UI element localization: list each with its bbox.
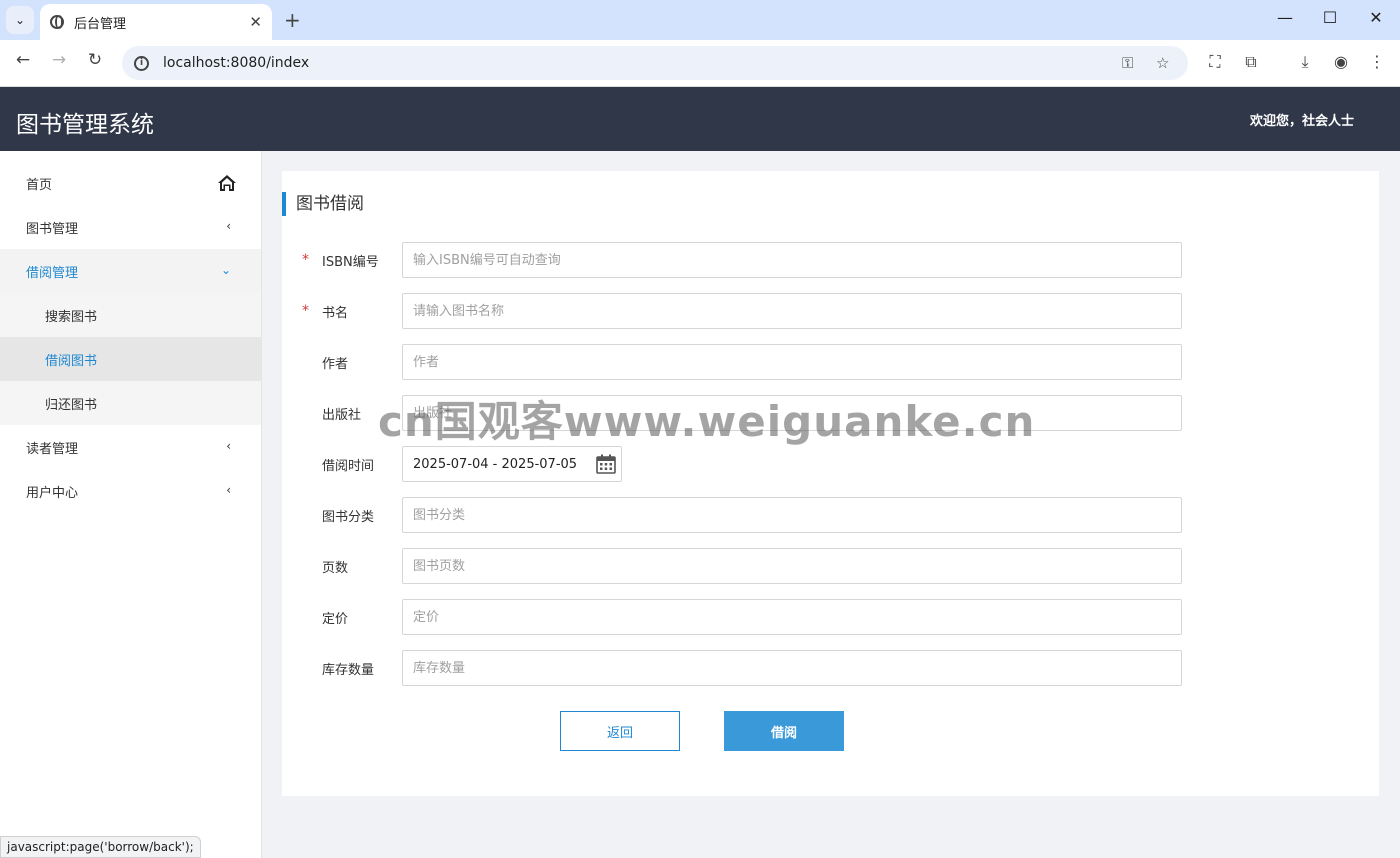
close-window-button[interactable]: ✕ [1361,8,1391,27]
borrow-form-panel: 图书借阅 * ISBN编号 * 书名 作者 出版社 借阅时间 2025-07-0… [282,171,1379,796]
address-bar: ← → ↻ i localhost:8080/index ⚿ ☆ ⛶ ⧉ ⤓ ◉… [0,40,1400,87]
form-row-category: 图书分类 [282,497,1379,533]
browser-tab-bar: ⌄ 后台管理 ✕ + — ☐ ✕ [0,0,1400,40]
category-input[interactable] [402,497,1182,533]
chevron-left-icon: ‹ [226,219,231,233]
sidebar-item-label: 借阅管理 [26,265,79,281]
borrow-date-range-input[interactable]: 2025-07-04 - 2025-07-05 [402,446,622,482]
tab-title: 后台管理 [74,16,127,32]
book-name-label: 书名 [322,306,349,321]
borrow-time-label: 借阅时间 [322,459,375,474]
sidebar-item-label: 图书管理 [26,221,79,237]
reload-icon[interactable]: ↻ [82,50,108,70]
app-title: 图书管理系统 [16,112,154,138]
panel-title: 图书借阅 [282,192,364,216]
required-mark: * [302,252,309,268]
site-info-icon[interactable]: i [134,55,149,71]
pages-input[interactable] [402,548,1182,584]
sidebar-item-label: 用户中心 [26,485,79,501]
date-range-value: 2025-07-04 - 2025-07-05 [413,456,578,472]
forward-arrow-icon[interactable]: → [46,50,72,70]
tab-search-button[interactable]: ⌄ [6,6,34,34]
price-label: 定价 [322,612,349,627]
globe-icon [50,15,64,29]
calendar-icon[interactable] [595,453,617,475]
required-mark: * [302,303,309,319]
status-bar-url: javascript:page('borrow/back'); [0,836,201,858]
more-menu-icon[interactable]: ⋮ [1366,52,1388,71]
stock-label: 库存数量 [322,663,375,678]
sidebar-item-reader-management[interactable]: 读者管理 ‹ [0,425,261,469]
browser-tab[interactable]: 后台管理 ✕ [40,4,272,40]
chevron-left-icon: ‹ [226,439,231,453]
price-input[interactable] [402,599,1182,635]
close-tab-icon[interactable]: ✕ [249,13,262,31]
stock-input[interactable] [402,650,1182,686]
submenu-item-borrow-book[interactable]: 借阅图书 [0,337,261,381]
sidebar-item-label: 读者管理 [26,441,79,457]
crop-icon[interactable]: ⛶ [1204,52,1226,72]
isbn-input[interactable] [402,242,1182,278]
author-label: 作者 [322,357,349,372]
borrow-button[interactable]: 借阅 [724,711,844,751]
app-header: 图书管理系统 欢迎您，社会人士 [0,87,1400,151]
watermark-text: cn国观客www.weiguanke.cn [378,397,1036,446]
back-arrow-icon[interactable]: ← [10,50,36,70]
sidebar-item-home[interactable]: 首页 [0,161,261,205]
minimize-button[interactable]: — [1270,8,1300,27]
key-icon[interactable]: ⚿ [1122,54,1133,72]
extensions-icon[interactable]: ⧉ [1240,52,1262,72]
new-tab-button[interactable]: + [284,8,301,32]
chevron-left-icon: ‹ [226,483,231,497]
borrow-submenu: 搜索图书 借阅图书 归还图书 [0,293,261,425]
download-icon[interactable]: ⤓ [1294,52,1316,72]
form-row-name: * 书名 [282,293,1379,329]
back-button[interactable]: 返回 [560,711,680,751]
sidebar: 首页 图书管理 ‹ 借阅管理 ⌄ 搜索图书 借阅图书 归还图书 读者管理 ‹ 用… [0,151,262,858]
maximize-button[interactable]: ☐ [1315,8,1345,27]
form-row-stock: 库存数量 [282,650,1379,686]
form-row-price: 定价 [282,599,1379,635]
category-label: 图书分类 [322,510,375,525]
url-omnibox[interactable]: i localhost:8080/index ⚿ ☆ [122,46,1188,80]
home-icon [218,175,236,191]
form-row-author: 作者 [282,344,1379,380]
isbn-label: ISBN编号 [322,255,379,270]
form-row-pages: 页数 [282,548,1379,584]
submenu-item-return-book[interactable]: 归还图书 [0,381,261,425]
publisher-label: 出版社 [322,408,362,423]
form-row-borrow-time: 借阅时间 2025-07-04 - 2025-07-05 [282,446,1379,482]
profile-icon[interactable]: ◉ [1330,52,1352,71]
url-text: localhost:8080/index [163,55,310,71]
sidebar-item-label: 首页 [26,177,53,193]
pages-label: 页数 [322,561,349,576]
sidebar-item-user-center[interactable]: 用户中心 ‹ [0,469,261,513]
sidebar-item-book-management[interactable]: 图书管理 ‹ [0,205,261,249]
sidebar-item-borrow-management[interactable]: 借阅管理 ⌄ [0,249,261,293]
book-name-input[interactable] [402,293,1182,329]
form-row-isbn: * ISBN编号 [282,242,1379,278]
submenu-item-search-book[interactable]: 搜索图书 [0,293,261,337]
chevron-down-icon: ⌄ [220,263,231,277]
bookmark-star-icon[interactable]: ☆ [1156,54,1169,72]
author-input[interactable] [402,344,1182,380]
welcome-text: 欢迎您，社会人士 [1249,114,1354,129]
